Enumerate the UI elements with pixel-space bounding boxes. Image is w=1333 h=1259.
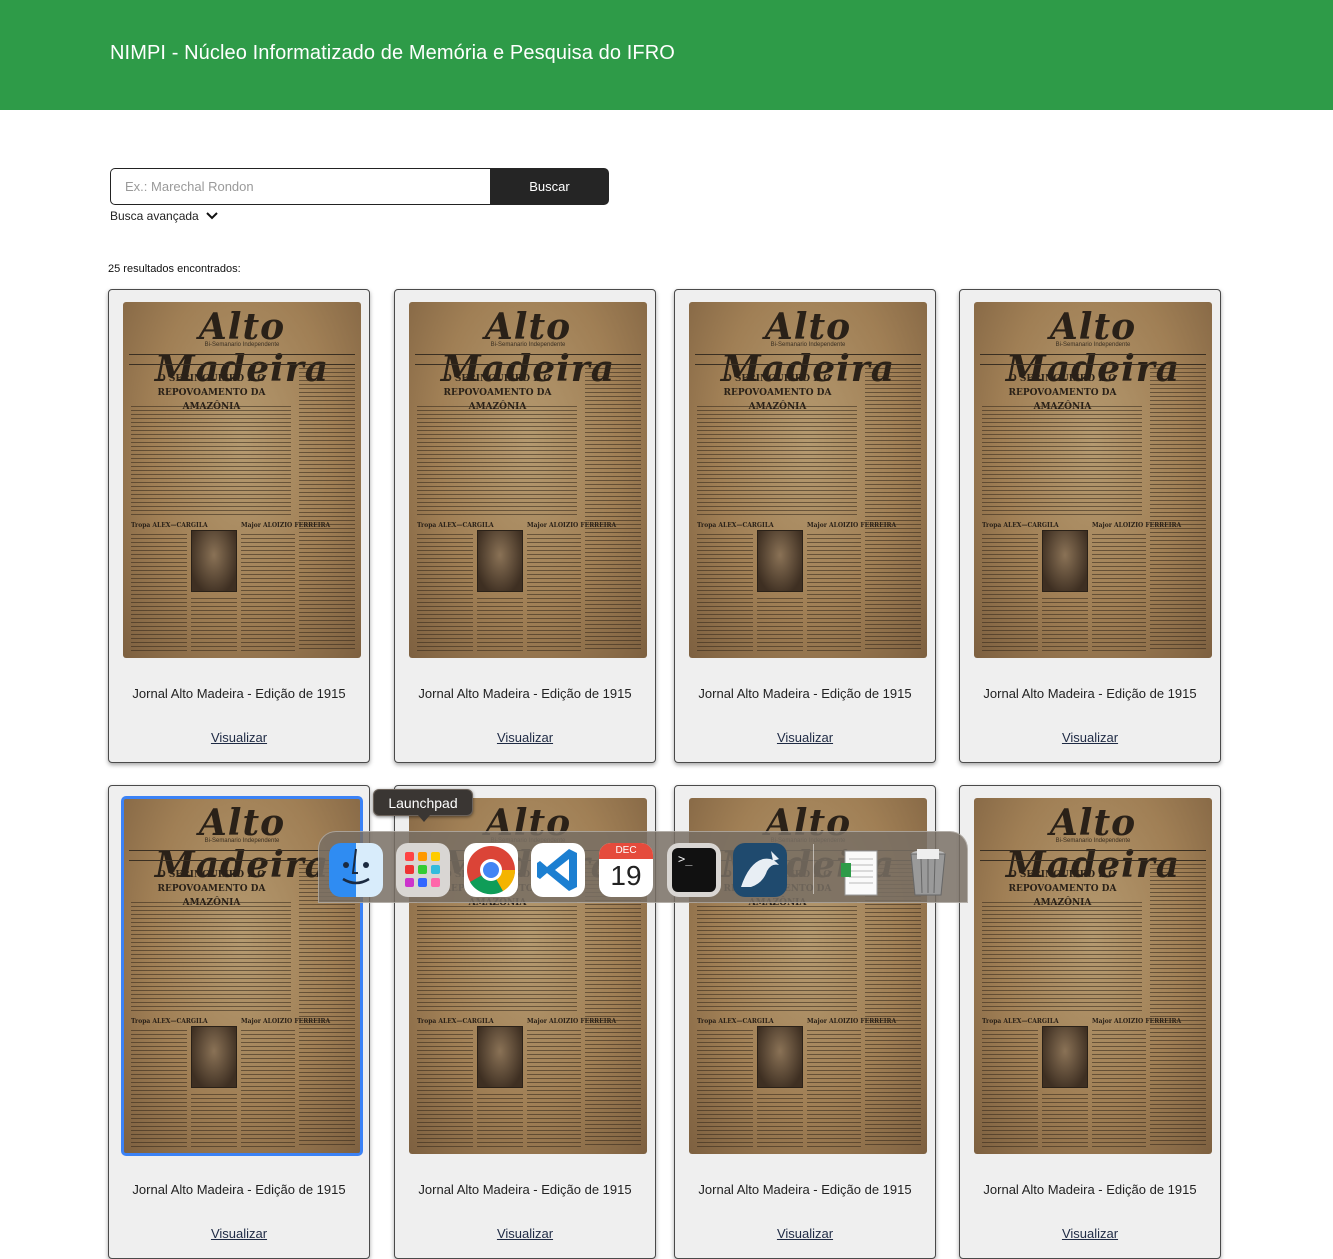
result-card: Alto Madeira Bi-Semanario Independente O… bbox=[394, 289, 656, 763]
newspaper-thumbnail[interactable]: Alto Madeira Bi-Semanario Independente O… bbox=[974, 302, 1212, 658]
document-icon[interactable] bbox=[833, 843, 887, 897]
search-bar: Buscar bbox=[110, 168, 609, 205]
dock-separator bbox=[813, 844, 814, 894]
newspaper-thumbnail[interactable]: Alto Madeira Bi-Semanario Independente O… bbox=[123, 302, 361, 658]
advanced-search-toggle[interactable]: Busca avançada bbox=[110, 209, 219, 223]
portrait-photo bbox=[477, 530, 523, 592]
portrait-photo bbox=[477, 1026, 523, 1088]
card-title: Jornal Alto Madeira - Edição de 1915 bbox=[132, 1182, 346, 1197]
view-link[interactable]: Visualizar bbox=[960, 730, 1220, 745]
macos-dock: DEC 19 >_ bbox=[318, 831, 968, 903]
newspaper-subtitle: Bi-Semanario Independente bbox=[1055, 838, 1131, 844]
site-header: NIMPI - Núcleo Informatizado de Memória … bbox=[0, 0, 1333, 110]
calendar-month: DEC bbox=[599, 843, 653, 859]
view-link[interactable]: Visualizar bbox=[109, 1226, 369, 1241]
results-count: 25 resultados encontrados: bbox=[108, 263, 241, 275]
portrait-photo bbox=[757, 1026, 803, 1088]
portrait-photo bbox=[1042, 1026, 1088, 1088]
view-link[interactable]: Visualizar bbox=[395, 730, 655, 745]
result-card: Alto Madeira Bi-Semanario Independente O… bbox=[959, 785, 1221, 1259]
result-card: Alto Madeira Bi-Semanario Independente O… bbox=[959, 289, 1221, 763]
card-title: Jornal Alto Madeira - Edição de 1915 bbox=[418, 1182, 632, 1197]
card-title: Jornal Alto Madeira - Edição de 1915 bbox=[698, 686, 912, 701]
card-title: Jornal Alto Madeira - Edição de 1915 bbox=[418, 686, 632, 701]
portrait-photo bbox=[1042, 530, 1088, 592]
card-title: Jornal Alto Madeira - Edição de 1915 bbox=[983, 686, 1197, 701]
chevron-down-icon bbox=[206, 212, 218, 220]
card-title: Jornal Alto Madeira - Edição de 1915 bbox=[983, 1182, 1197, 1197]
newspaper-subtitle: Bi-Semanario Independente bbox=[770, 342, 846, 348]
finder-icon[interactable] bbox=[329, 843, 383, 897]
card-title: Jornal Alto Madeira - Edição de 1915 bbox=[698, 1182, 912, 1197]
vscode-icon[interactable] bbox=[531, 843, 585, 897]
newspaper-subtitle: Bi-Semanario Independente bbox=[204, 342, 280, 348]
view-link[interactable]: Visualizar bbox=[675, 1226, 935, 1241]
newspaper-thumbnail[interactable]: Alto Madeira Bi-Semanario Independente O… bbox=[974, 798, 1212, 1154]
view-link[interactable]: Visualizar bbox=[960, 1226, 1220, 1241]
result-card: Alto Madeira Bi-Semanario Independente O… bbox=[674, 289, 936, 763]
newspaper-thumbnail[interactable]: Alto Madeira Bi-Semanario Independente O… bbox=[689, 302, 927, 658]
card-title: Jornal Alto Madeira - Edição de 1915 bbox=[132, 686, 346, 701]
newspaper-subtitle: Bi-Semanario Independente bbox=[1055, 342, 1131, 348]
calendar-day: 19 bbox=[610, 860, 642, 891]
newspaper-thumbnail[interactable]: Alto Madeira Bi-Semanario Independente O… bbox=[409, 302, 647, 658]
portrait-photo bbox=[191, 530, 237, 592]
calendar-icon[interactable]: DEC 19 bbox=[599, 843, 653, 897]
launchpad-icon[interactable] bbox=[396, 843, 450, 897]
dock-tooltip: Launchpad bbox=[373, 789, 473, 822]
advanced-search-label: Busca avançada bbox=[110, 209, 199, 223]
portrait-photo bbox=[191, 1026, 237, 1088]
search-input[interactable] bbox=[110, 168, 490, 205]
mysql-workbench-icon[interactable] bbox=[733, 843, 787, 897]
chrome-icon[interactable] bbox=[464, 843, 518, 897]
portrait-photo bbox=[757, 530, 803, 592]
view-link[interactable]: Visualizar bbox=[109, 730, 369, 745]
view-link[interactable]: Visualizar bbox=[395, 1226, 655, 1241]
terminal-icon[interactable]: >_ bbox=[667, 843, 721, 897]
view-link[interactable]: Visualizar bbox=[675, 730, 935, 745]
search-button[interactable]: Buscar bbox=[490, 168, 609, 205]
result-card: Alto Madeira Bi-Semanario Independente O… bbox=[108, 289, 370, 763]
trash-icon[interactable] bbox=[901, 843, 955, 897]
newspaper-subtitle: Bi-Semanario Independente bbox=[490, 342, 566, 348]
site-title: NIMPI - Núcleo Informatizado de Memória … bbox=[110, 42, 675, 64]
